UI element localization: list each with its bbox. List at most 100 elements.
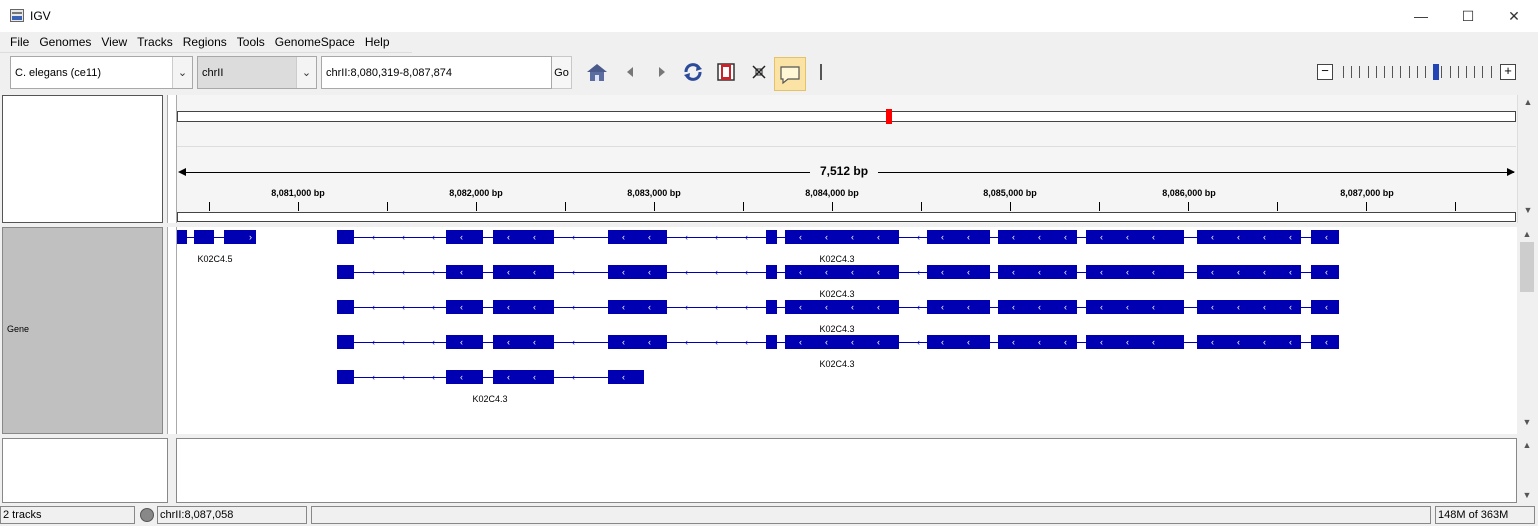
zoom-tick[interactable] <box>1375 66 1377 78</box>
scroll-down-icon[interactable]: ▼ <box>1518 205 1538 215</box>
strand-chevron-icon[interactable]: ‹ <box>1126 300 1129 314</box>
zoom-tick[interactable] <box>1408 66 1410 78</box>
exon[interactable] <box>785 230 899 244</box>
strand-chevron-icon[interactable]: ‹ <box>372 232 375 242</box>
strand-chevron-icon[interactable]: ‹ <box>507 335 510 349</box>
strand-chevron-icon[interactable]: ‹ <box>1263 265 1266 279</box>
strand-chevron-icon[interactable]: ‹ <box>917 337 920 347</box>
exon[interactable] <box>337 300 354 314</box>
intron[interactable] <box>777 237 785 238</box>
scrollbar-thumb[interactable] <box>1520 242 1534 292</box>
exon[interactable] <box>446 300 483 314</box>
strand-chevron-icon[interactable]: ‹ <box>1100 335 1103 349</box>
strand-chevron-icon[interactable]: ‹ <box>1237 230 1240 244</box>
strand-chevron-icon[interactable]: ‹ <box>1126 335 1129 349</box>
intron[interactable] <box>899 307 927 308</box>
intron[interactable] <box>777 272 785 273</box>
zoom-tick[interactable] <box>1441 66 1443 78</box>
strand-chevron-icon[interactable]: ‹ <box>622 335 625 349</box>
strand-chevron-icon[interactable]: ‹ <box>402 267 405 277</box>
intron[interactable] <box>1301 272 1311 273</box>
intron[interactable] <box>1077 307 1086 308</box>
intron[interactable] <box>1184 272 1197 273</box>
strand-chevron-icon[interactable]: ‹ <box>877 230 880 244</box>
strand-chevron-icon[interactable]: ‹ <box>432 267 435 277</box>
strand-chevron-icon[interactable]: ‹ <box>648 335 651 349</box>
zoom-tick[interactable] <box>1482 66 1484 78</box>
strand-chevron-icon[interactable]: ‹ <box>1100 230 1103 244</box>
status-memory[interactable]: 148M of 363M <box>1435 506 1535 524</box>
strand-chevron-icon[interactable]: ‹ <box>1237 265 1240 279</box>
genome-select[interactable]: C. elegans (ce11) ⌄ <box>10 56 193 89</box>
intron[interactable] <box>990 272 998 273</box>
locus-search-input[interactable] <box>321 56 552 89</box>
exon[interactable] <box>608 230 667 244</box>
zoom-tick[interactable] <box>1392 66 1394 78</box>
strand-chevron-icon[interactable]: ‹ <box>1211 230 1214 244</box>
strand-chevron-icon[interactable]: ‹ <box>622 300 625 314</box>
chromosome-ideogram[interactable] <box>177 111 1516 122</box>
exon[interactable] <box>493 230 554 244</box>
strand-chevron-icon[interactable]: ‹ <box>745 337 748 347</box>
strand-chevron-icon[interactable]: ‹ <box>1211 335 1214 349</box>
chevron-down-icon[interactable]: ⌄ <box>296 57 316 88</box>
minimize-button[interactable]: — <box>1398 0 1444 32</box>
strand-chevron-icon[interactable]: ‹ <box>622 230 625 244</box>
strand-chevron-icon[interactable]: ‹ <box>402 302 405 312</box>
menu-help[interactable]: Help <box>360 32 395 53</box>
refresh-icon[interactable] <box>682 61 704 83</box>
menu-genomespace[interactable]: GenomeSpace <box>270 32 360 53</box>
menu-view[interactable]: View <box>96 32 132 53</box>
intron[interactable] <box>483 307 493 308</box>
strand-chevron-icon[interactable]: ‹ <box>533 335 536 349</box>
strand-chevron-icon[interactable]: ‹ <box>622 370 625 384</box>
intron[interactable] <box>990 342 998 343</box>
zoom-tick[interactable] <box>1425 66 1426 78</box>
zoom-tick[interactable] <box>1351 66 1353 78</box>
intron[interactable] <box>554 237 608 238</box>
zoom-tick[interactable] <box>1490 66 1492 78</box>
scroll-down-icon[interactable]: ▼ <box>1517 490 1537 500</box>
strand-chevron-icon[interactable]: ‹ <box>877 265 880 279</box>
exon[interactable] <box>785 265 899 279</box>
zoom-tick[interactable] <box>1449 66 1451 78</box>
strand-chevron-icon[interactable]: ‹ <box>715 267 718 277</box>
strand-chevron-icon[interactable]: ‹ <box>1012 335 1015 349</box>
intron[interactable] <box>483 342 493 343</box>
go-button[interactable]: Go <box>552 56 572 89</box>
resize-icon[interactable] <box>748 61 770 83</box>
strand-chevron-icon[interactable]: ‹ <box>851 335 854 349</box>
strand-chevron-icon[interactable]: ‹ <box>432 372 435 382</box>
exon[interactable] <box>766 230 777 244</box>
intron[interactable] <box>1077 342 1086 343</box>
strand-chevron-icon[interactable]: ‹ <box>372 372 375 382</box>
exon[interactable] <box>608 300 667 314</box>
exon[interactable] <box>766 300 777 314</box>
strand-chevron-icon[interactable]: ‹ <box>1289 335 1292 349</box>
strand-chevron-icon[interactable]: ‹ <box>745 302 748 312</box>
strand-chevron-icon[interactable]: ‹ <box>1038 335 1041 349</box>
strand-chevron-icon[interactable]: ‹ <box>685 232 688 242</box>
zoom-out-button[interactable]: − <box>1317 64 1333 80</box>
strand-chevron-icon[interactable]: ‹ <box>799 230 802 244</box>
exon[interactable] <box>608 370 644 384</box>
exon[interactable] <box>927 300 990 314</box>
strand-chevron-icon[interactable]: ‹ <box>648 230 651 244</box>
intron[interactable] <box>554 342 608 343</box>
strand-chevron-icon[interactable]: ‹ <box>967 230 970 244</box>
zoom-tick[interactable] <box>1384 66 1385 78</box>
strand-chevron-icon[interactable]: ‹ <box>1263 335 1266 349</box>
home-icon[interactable] <box>586 61 608 83</box>
exon[interactable] <box>927 265 990 279</box>
strand-chevron-icon[interactable]: ‹ <box>1038 300 1041 314</box>
strand-chevron-icon[interactable]: ‹ <box>1126 265 1129 279</box>
strand-chevron-icon[interactable]: ‹ <box>941 300 944 314</box>
strand-chevron-icon[interactable]: ‹ <box>799 300 802 314</box>
strand-chevron-icon[interactable]: ‹ <box>372 337 375 347</box>
strand-chevron-icon[interactable]: ‹ <box>1325 300 1328 314</box>
intron[interactable] <box>990 307 998 308</box>
exon[interactable] <box>766 335 777 349</box>
strand-chevron-icon[interactable]: ‹ <box>1126 230 1129 244</box>
strand-chevron-icon[interactable]: ‹ <box>799 335 802 349</box>
exon[interactable] <box>446 265 483 279</box>
